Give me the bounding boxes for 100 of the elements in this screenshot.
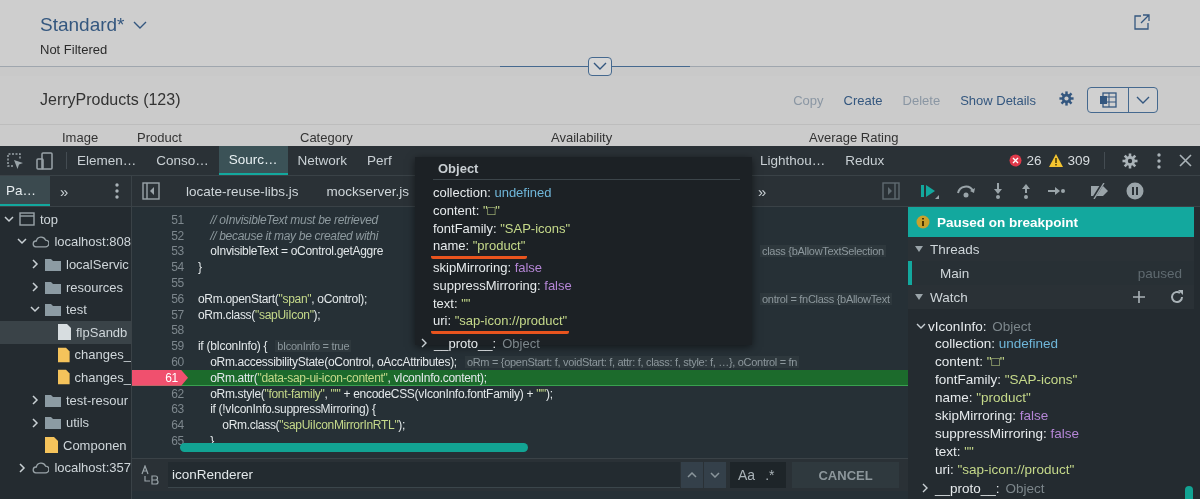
line-number[interactable]: 60 bbox=[132, 354, 184, 370]
expanded-triangle-icon bbox=[914, 293, 924, 301]
step-over-icon[interactable] bbox=[956, 184, 976, 198]
folder-icon bbox=[45, 258, 61, 271]
filter-status: Not Filtered bbox=[40, 42, 109, 57]
code-line: } bbox=[198, 260, 202, 275]
step-out-icon[interactable] bbox=[1020, 183, 1032, 199]
devtools-tab[interactable]: Elemen… bbox=[67, 146, 147, 175]
replace-icon[interactable] bbox=[141, 465, 159, 485]
error-icon bbox=[1009, 154, 1023, 167]
devtools-tab[interactable]: Sourc… bbox=[218, 146, 288, 175]
line-number[interactable]: 56 bbox=[132, 291, 184, 307]
watch-section-header[interactable]: Watch bbox=[914, 289, 968, 305]
line-number[interactable]: 53 bbox=[132, 243, 184, 260]
line-number[interactable]: 52 bbox=[132, 227, 184, 244]
variant-dropdown-icon bbox=[132, 20, 147, 30]
info-icon bbox=[916, 215, 930, 229]
line-number[interactable]: 62 bbox=[132, 385, 184, 402]
line-number[interactable]: 55 bbox=[132, 275, 184, 291]
line-number[interactable]: 63 bbox=[132, 401, 184, 418]
object-property: skipMirroring: false bbox=[433, 259, 543, 277]
devtools-tab[interactable]: Conso… bbox=[146, 146, 219, 175]
resume-icon[interactable] bbox=[920, 183, 940, 199]
proto-property[interactable]: __proto__: Object bbox=[421, 334, 752, 352]
devtools-tab[interactable]: Network bbox=[287, 146, 358, 175]
device-toolbar-icon[interactable] bbox=[36, 151, 54, 170]
line-number[interactable]: 57 bbox=[132, 306, 184, 323]
line-number[interactable]: 59 bbox=[132, 338, 184, 355]
column-header: Average Rating bbox=[809, 130, 900, 145]
tree-item[interactable]: localhost:357 bbox=[0, 456, 131, 480]
toggle-navigator-icon[interactable] bbox=[142, 182, 160, 200]
devtools-tab[interactable]: Lighthou… bbox=[749, 146, 836, 175]
code-line: oRm.class("sapUiIconMirrorInRTL"); bbox=[221, 418, 406, 433]
inline-value: ontrol = fnClass {bAllowText bbox=[760, 292, 892, 305]
tree-item[interactable]: resources bbox=[0, 275, 131, 299]
watch-property: name: "product" bbox=[934, 389, 1031, 407]
tree-item[interactable]: flpSandb bbox=[0, 320, 131, 344]
close-icon[interactable] bbox=[1179, 154, 1192, 167]
tree-item[interactable]: test-resour bbox=[0, 388, 131, 412]
collapse-header-button[interactable] bbox=[588, 56, 612, 76]
line-number[interactable]: 58 bbox=[132, 322, 184, 339]
threads-section-header[interactable]: Threads bbox=[908, 237, 1194, 261]
folder-icon bbox=[45, 280, 61, 294]
expanded-triangle-icon bbox=[914, 245, 924, 253]
horizontal-scrollbar[interactable] bbox=[180, 443, 528, 452]
regex-button[interactable]: .* bbox=[763, 462, 787, 488]
toggle-debugger-icon[interactable] bbox=[882, 182, 900, 200]
line-number[interactable]: 64 bbox=[132, 417, 184, 434]
add-expression-icon[interactable] bbox=[1132, 290, 1146, 304]
navigator-tab[interactable]: Pa… bbox=[0, 176, 50, 206]
line-number[interactable]: 51 bbox=[132, 212, 184, 228]
tree-item[interactable]: changes_ bbox=[0, 343, 131, 367]
tree-item[interactable]: localServic bbox=[0, 253, 131, 276]
code-line: oRm.accessibilityState(oControl, oAccAttributes); bbox=[209, 355, 457, 370]
settings-icon[interactable] bbox=[1058, 89, 1075, 107]
more-files-button[interactable]: » bbox=[748, 182, 777, 200]
error-count[interactable]: 26 bbox=[1026, 153, 1042, 168]
cancel-button[interactable]: CANCEL bbox=[792, 462, 899, 488]
object-property: content: "□" bbox=[433, 202, 500, 220]
column-header: Availability bbox=[551, 130, 614, 145]
warning-icon bbox=[1049, 154, 1064, 167]
toolbar-action[interactable]: Show Details bbox=[950, 92, 1046, 108]
file-icon bbox=[58, 324, 71, 341]
toolbar-action[interactable]: Create bbox=[833, 92, 893, 108]
more-options-icon[interactable] bbox=[115, 183, 119, 199]
warning-count[interactable]: 309 bbox=[1067, 153, 1090, 168]
more-options-icon[interactable] bbox=[1157, 152, 1161, 169]
refresh-icon[interactable] bbox=[1170, 290, 1184, 304]
step-into-icon[interactable] bbox=[992, 183, 1004, 199]
tree-item[interactable]: Componen bbox=[0, 433, 131, 457]
export-button[interactable] bbox=[1087, 87, 1158, 113]
inspect-icon[interactable] bbox=[6, 151, 24, 170]
line-number[interactable]: 65 bbox=[132, 433, 184, 449]
tree-item[interactable]: utils bbox=[0, 411, 131, 434]
step-icon[interactable] bbox=[1048, 186, 1066, 196]
tree-item[interactable]: changes_ bbox=[0, 366, 131, 389]
variant-title[interactable]: Standard* bbox=[40, 14, 125, 36]
more-tabs-button[interactable]: » bbox=[50, 176, 79, 206]
spreadsheet-icon bbox=[1099, 92, 1117, 108]
thread-row[interactable]: Main paused bbox=[908, 261, 1194, 285]
tree-item[interactable]: top bbox=[0, 208, 131, 231]
devtools-tab[interactable]: Perf bbox=[357, 146, 402, 175]
pause-icon[interactable] bbox=[1126, 182, 1144, 200]
watch-expression[interactable]: vIconInfo: Object bbox=[908, 317, 1200, 335]
deactivate-breakpoints-icon[interactable] bbox=[1088, 183, 1110, 199]
code-line: // oInvisibleText must be retrieved bbox=[208, 212, 378, 227]
table-title: JerryProducts (123) bbox=[40, 91, 182, 109]
tree-item[interactable]: localhost:808 bbox=[0, 230, 131, 254]
file-tab[interactable]: locate-reuse-libs.js bbox=[172, 183, 313, 199]
code-line: oRm.style("font-family", "'" + encodeCSS(vIconInfo.fontFamily) + "'"); bbox=[209, 386, 553, 401]
share-icon[interactable] bbox=[1134, 14, 1150, 30]
settings-icon[interactable] bbox=[1121, 151, 1139, 170]
watch-property: skipMirroring: false bbox=[934, 407, 1049, 425]
devtools-tab[interactable]: Redux bbox=[835, 146, 895, 175]
match-case-button[interactable]: Aa bbox=[730, 462, 764, 488]
tree-item[interactable]: test bbox=[0, 298, 131, 321]
line-number[interactable]: 54 bbox=[132, 259, 184, 276]
code-line: oInvisibleText = oControl.getAggre bbox=[209, 244, 384, 259]
proto-property[interactable]: __proto__: Object bbox=[908, 479, 1200, 497]
search-field[interactable]: iconRenderer bbox=[168, 462, 680, 488]
